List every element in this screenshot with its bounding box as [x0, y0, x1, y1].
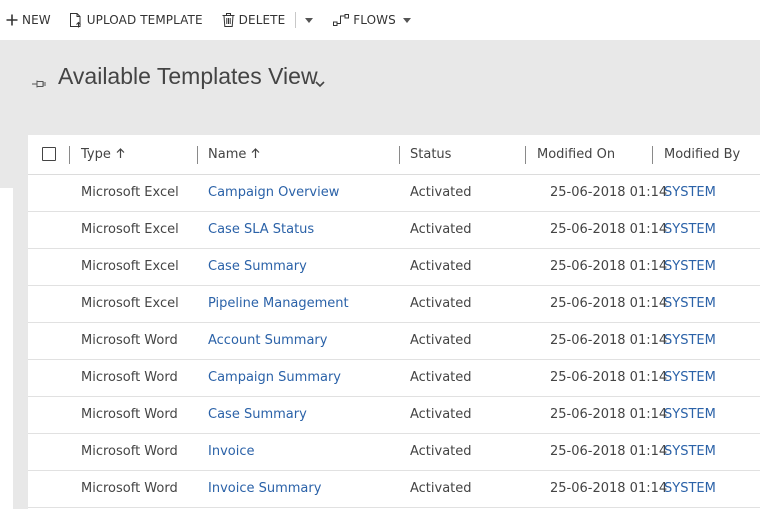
column-divider[interactable] [197, 146, 198, 164]
command-bar: NEW UPLOAD TEMPLATE DELETE FLOWS [0, 0, 760, 40]
cell-name-link[interactable]: Pipeline Management [208, 286, 349, 322]
cell-status: Activated [410, 481, 472, 496]
column-divider [69, 146, 70, 164]
column-header-name[interactable]: Name [208, 135, 260, 174]
cell-modified-on: 25-06-2018 01:14 [550, 333, 668, 348]
cell-modified-on: 25-06-2018 01:14 [550, 407, 668, 422]
cell-modified-on: 25-06-2018 01:14 [550, 259, 668, 274]
more-delete-options-button[interactable] [302, 0, 316, 40]
cell-modified-by-link[interactable]: SYSTEM [664, 175, 716, 211]
cell-status: Activated [410, 444, 472, 459]
column-divider[interactable] [399, 146, 400, 164]
cell-modified-by-link[interactable]: SYSTEM [664, 249, 716, 285]
cell-type: Microsoft Excel [81, 222, 179, 237]
column-header-type[interactable]: Type [81, 135, 125, 174]
column-header-modified-by[interactable]: Modified By [664, 135, 740, 174]
cell-status: Activated [410, 296, 472, 311]
cell-modified-on: 25-06-2018 01:14 [550, 222, 668, 237]
cell-status: Activated [410, 333, 472, 348]
cell-name-link[interactable]: Case SLA Status [208, 212, 314, 248]
cell-modified-on: 25-06-2018 01:14 [550, 444, 668, 459]
upload-template-button[interactable]: UPLOAD TEMPLATE [69, 0, 203, 40]
upload-document-icon [69, 12, 83, 28]
cell-type: Microsoft Excel [81, 296, 179, 311]
table-row[interactable]: Microsoft Word Invoice Activated 25-06-2… [28, 434, 760, 471]
plus-icon [6, 14, 18, 26]
cell-modified-by-link[interactable]: SYSTEM [664, 323, 716, 359]
new-button-label: NEW [22, 13, 51, 27]
templates-grid: Type Name Status Modified On Modified By… [28, 135, 760, 509]
cell-status: Activated [410, 259, 472, 274]
sort-ascending-icon [116, 147, 125, 162]
delete-label: DELETE [238, 13, 286, 27]
cell-modified-on: 25-06-2018 01:14 [550, 185, 668, 200]
templates-grid-container: Type Name Status Modified On Modified By… [13, 120, 760, 509]
column-divider[interactable] [525, 146, 526, 164]
caret-down-icon [402, 17, 411, 23]
cell-name-link[interactable]: Campaign Summary [208, 360, 341, 396]
column-header-modified-on-label: Modified On [537, 147, 616, 162]
table-row[interactable]: Microsoft Word Invoice Summary Activated… [28, 471, 760, 508]
cell-status: Activated [410, 370, 472, 385]
column-header-modified-by-label: Modified By [664, 147, 741, 162]
cell-status: Activated [410, 407, 472, 422]
upload-template-label: UPLOAD TEMPLATE [86, 13, 203, 27]
table-row[interactable]: Microsoft Excel Case Summary Activated 2… [28, 249, 760, 286]
column-header-type-label: Type [81, 147, 111, 162]
cell-name-link[interactable]: Invoice [208, 434, 254, 470]
cell-type: Microsoft Excel [81, 185, 179, 200]
cell-modified-on: 25-06-2018 01:14 [550, 481, 668, 496]
cell-type: Microsoft Word [81, 444, 178, 459]
select-all-checkbox[interactable] [42, 147, 56, 161]
sort-ascending-icon [251, 147, 260, 162]
caret-down-icon [305, 17, 314, 23]
table-row[interactable]: Microsoft Excel Campaign Overview Activa… [28, 175, 760, 212]
grid-rows: Microsoft Excel Campaign Overview Activa… [28, 175, 760, 508]
cell-type: Microsoft Excel [81, 259, 179, 274]
table-row[interactable]: Microsoft Excel Case SLA Status Activate… [28, 212, 760, 249]
column-header-status[interactable]: Status [410, 135, 451, 174]
cell-name-link[interactable]: Invoice Summary [208, 471, 321, 507]
cell-type: Microsoft Word [81, 370, 178, 385]
cell-type: Microsoft Word [81, 333, 178, 348]
chevron-down-icon[interactable] [315, 73, 325, 92]
column-divider[interactable] [652, 146, 653, 164]
new-button[interactable]: NEW [6, 0, 51, 40]
flows-button[interactable]: FLOWS [333, 0, 411, 40]
cell-type: Microsoft Word [81, 481, 178, 496]
cell-name-link[interactable]: Case Summary [208, 249, 307, 285]
flow-icon [333, 14, 350, 26]
table-row[interactable]: Microsoft Word Account Summary Activated… [28, 323, 760, 360]
table-row[interactable]: Microsoft Excel Pipeline Management Acti… [28, 286, 760, 323]
column-header-status-label: Status [410, 147, 452, 162]
cell-modified-by-link[interactable]: SYSTEM [664, 360, 716, 396]
table-row[interactable]: Microsoft Word Case Summary Activated 25… [28, 397, 760, 434]
left-gutter [0, 120, 13, 188]
trash-icon [222, 13, 235, 27]
table-row[interactable]: Microsoft Word Campaign Summary Activate… [28, 360, 760, 397]
flows-label: FLOWS [353, 13, 396, 27]
view-selector-title[interactable]: Available Templates View [58, 63, 318, 90]
pin-icon[interactable] [32, 74, 46, 93]
column-header-modified-on[interactable]: Modified On [537, 135, 615, 174]
cell-name-link[interactable]: Campaign Overview [208, 175, 339, 211]
cell-name-link[interactable]: Case Summary [208, 397, 307, 433]
cell-name-link[interactable]: Account Summary [208, 323, 327, 359]
cell-modified-by-link[interactable]: SYSTEM [664, 471, 716, 507]
cell-modified-by-link[interactable]: SYSTEM [664, 212, 716, 248]
column-header-name-label: Name [208, 147, 247, 162]
cell-modified-on: 25-06-2018 01:14 [550, 296, 668, 311]
cell-status: Activated [410, 185, 472, 200]
grid-header: Type Name Status Modified On Modified By [28, 135, 760, 175]
cell-modified-on: 25-06-2018 01:14 [550, 370, 668, 385]
cell-modified-by-link[interactable]: SYSTEM [664, 397, 716, 433]
cell-status: Activated [410, 222, 472, 237]
delete-button[interactable]: DELETE [222, 0, 286, 40]
cell-type: Microsoft Word [81, 407, 178, 422]
cell-modified-by-link[interactable]: SYSTEM [664, 434, 716, 470]
toolbar-divider [295, 12, 297, 28]
cell-modified-by-link[interactable]: SYSTEM [664, 286, 716, 322]
